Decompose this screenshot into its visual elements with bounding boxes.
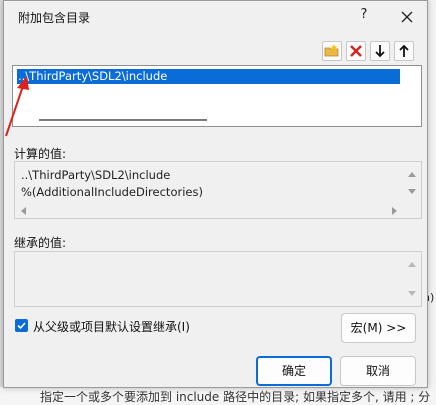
scroll-right-icon[interactable] (391, 206, 399, 216)
scroll-left-icon[interactable] (19, 206, 27, 216)
move-down-button[interactable] (370, 41, 390, 61)
additional-include-directories-dialog: 附加包含目录 ? ..\ThirdParty\SDL2\include 计算的值… (3, 0, 428, 388)
cancel-button[interactable]: 取消 (340, 356, 416, 386)
background-window-right (428, 0, 436, 405)
macros-button[interactable]: 宏(M) >> (341, 313, 416, 343)
include-directories-list[interactable]: ..\ThirdParty\SDL2\include (12, 65, 422, 127)
computed-value-line: %(AdditionalIncludeDirectories) (21, 185, 203, 199)
new-folder-icon (324, 44, 339, 57)
inherited-values-box (14, 251, 422, 307)
scroll-down-icon[interactable] (407, 188, 417, 196)
delete-icon (350, 45, 362, 57)
scroll-up-icon[interactable] (407, 260, 417, 268)
help-button[interactable]: ? (354, 7, 374, 22)
scroll-up-icon[interactable] (407, 170, 417, 178)
ok-button[interactable]: 确定 (256, 356, 332, 386)
list-item-selected[interactable]: ..\ThirdParty\SDL2\include (17, 69, 400, 84)
list-horizontal-scrollbar[interactable] (39, 119, 207, 121)
inherited-values-label: 继承的值: (14, 236, 67, 250)
move-up-icon (399, 44, 409, 57)
close-button[interactable] (397, 7, 417, 27)
inherit-checkbox[interactable] (15, 319, 28, 332)
computed-values-label: 计算的值: (14, 147, 67, 161)
title-bar: 附加包含目录 ? (4, 1, 427, 33)
checkmark-icon (17, 322, 26, 330)
scroll-down-icon[interactable] (407, 290, 417, 298)
close-icon (401, 11, 413, 23)
delete-line-button[interactable] (346, 41, 366, 61)
inherit-checkbox-label[interactable]: 从父级或项目默认设置继承(I) (33, 318, 190, 335)
move-up-button[interactable] (394, 41, 414, 61)
move-down-icon (375, 45, 385, 58)
background-description-text: 指定一个或多个要添加到 include 路径中的目录; 如果指定多个, 请用 ;… (0, 387, 436, 405)
computed-values-box: ..\ThirdParty\SDL2\include %(AdditionalI… (14, 161, 422, 219)
computed-value-line: ..\ThirdParty\SDL2\include (21, 168, 171, 182)
new-line-button[interactable] (322, 41, 342, 61)
dialog-title: 附加包含目录 (18, 11, 91, 25)
